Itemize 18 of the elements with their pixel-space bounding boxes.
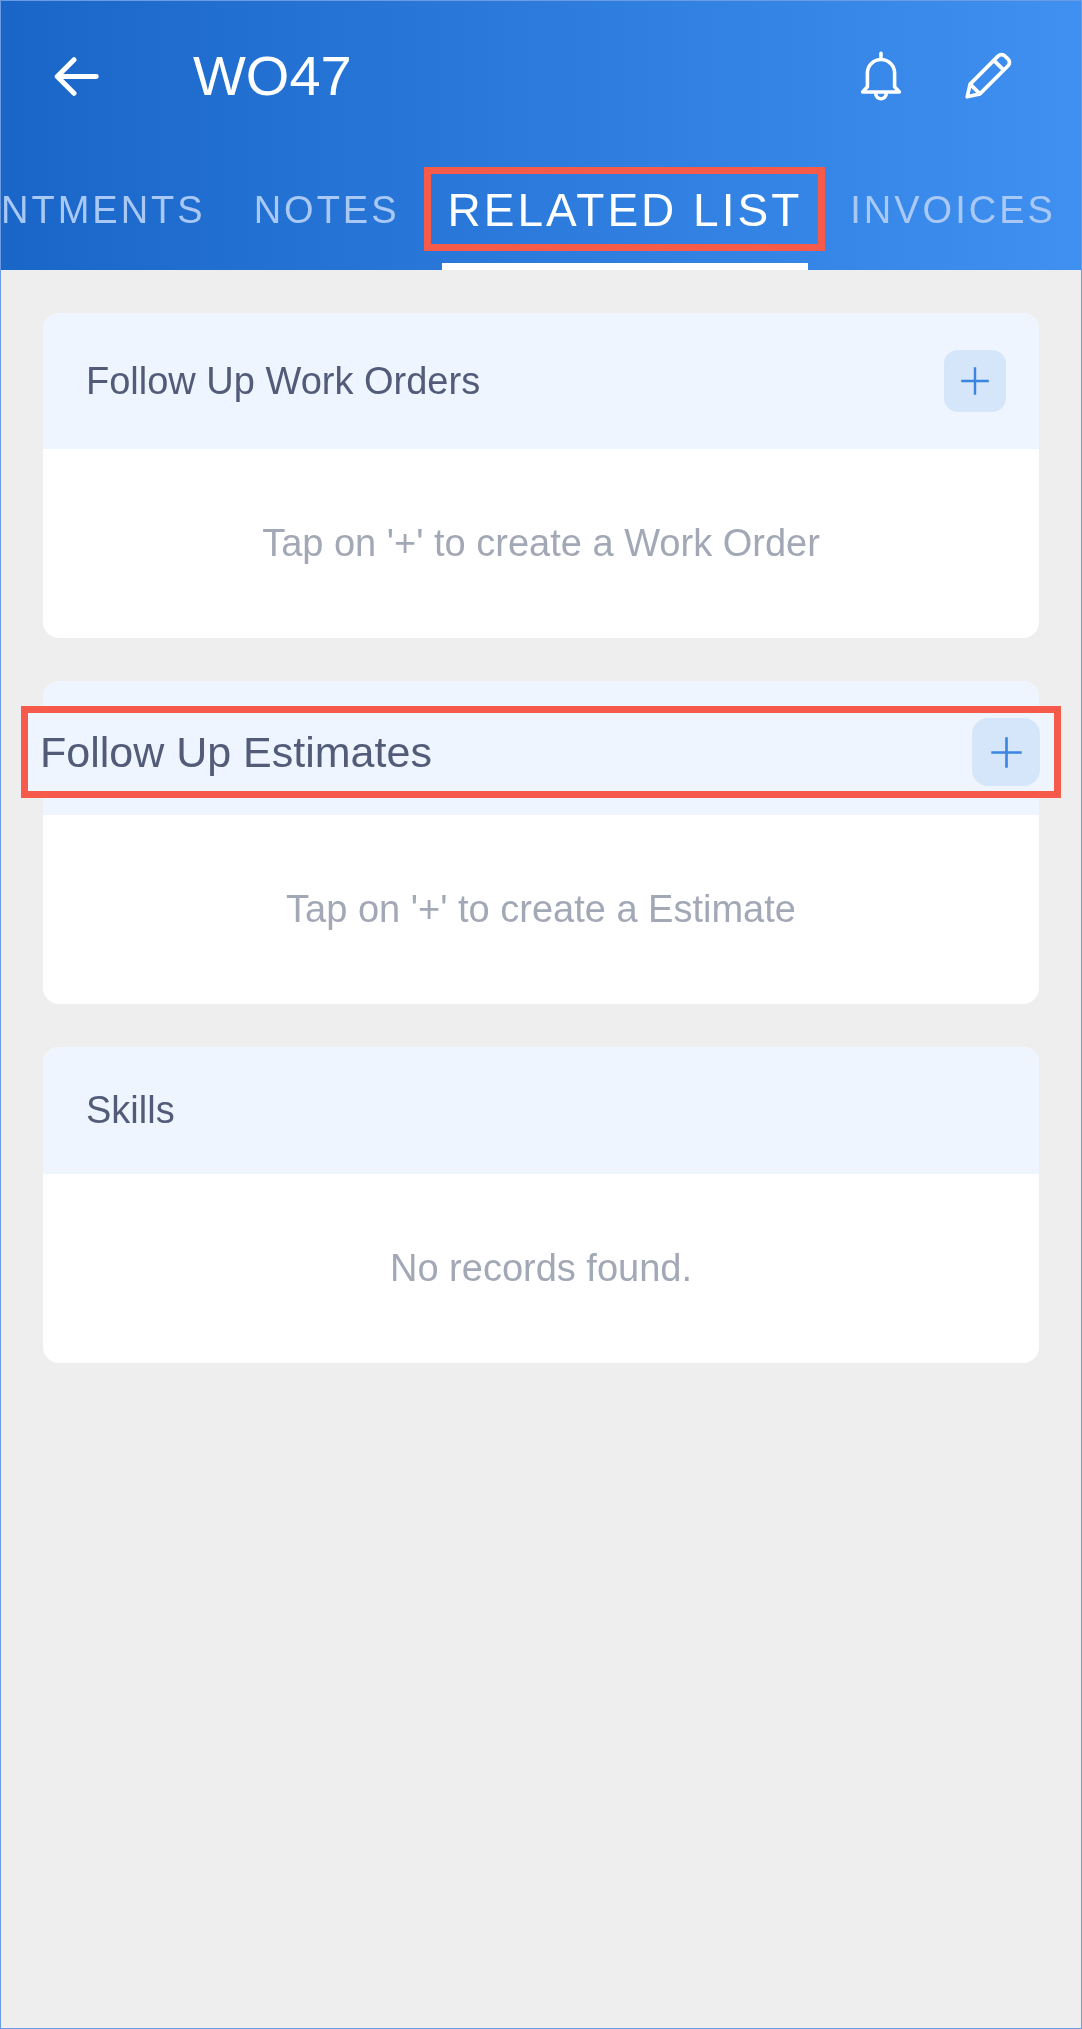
screen-title: WO47 — [193, 45, 352, 107]
tab[interactable]: NOTES — [247, 151, 406, 270]
empty-message: Tap on '+' to create a Estimate — [286, 888, 796, 931]
back-arrow-icon[interactable] — [54, 56, 99, 96]
tab[interactable]: INVOICES — [844, 151, 1062, 270]
empty-message: Tap on '+' to create a Work Order — [262, 522, 820, 565]
add-button[interactable] — [944, 350, 1006, 412]
add-button[interactable] — [972, 718, 1040, 786]
section-title: Skills — [86, 1088, 175, 1133]
tab[interactable]: NTMENTS — [1, 151, 212, 270]
section-title: Follow Up Work Orders — [86, 358, 481, 404]
bell-icon[interactable] — [860, 50, 902, 102]
plus-icon — [989, 735, 1023, 769]
empty-message: No records found. — [389, 1247, 693, 1290]
pencil-icon[interactable] — [964, 52, 1012, 100]
section-title: Follow Up Estimates — [40, 726, 432, 778]
plus-icon — [960, 366, 990, 396]
tab[interactable]: RELATED LIST — [441, 151, 809, 270]
